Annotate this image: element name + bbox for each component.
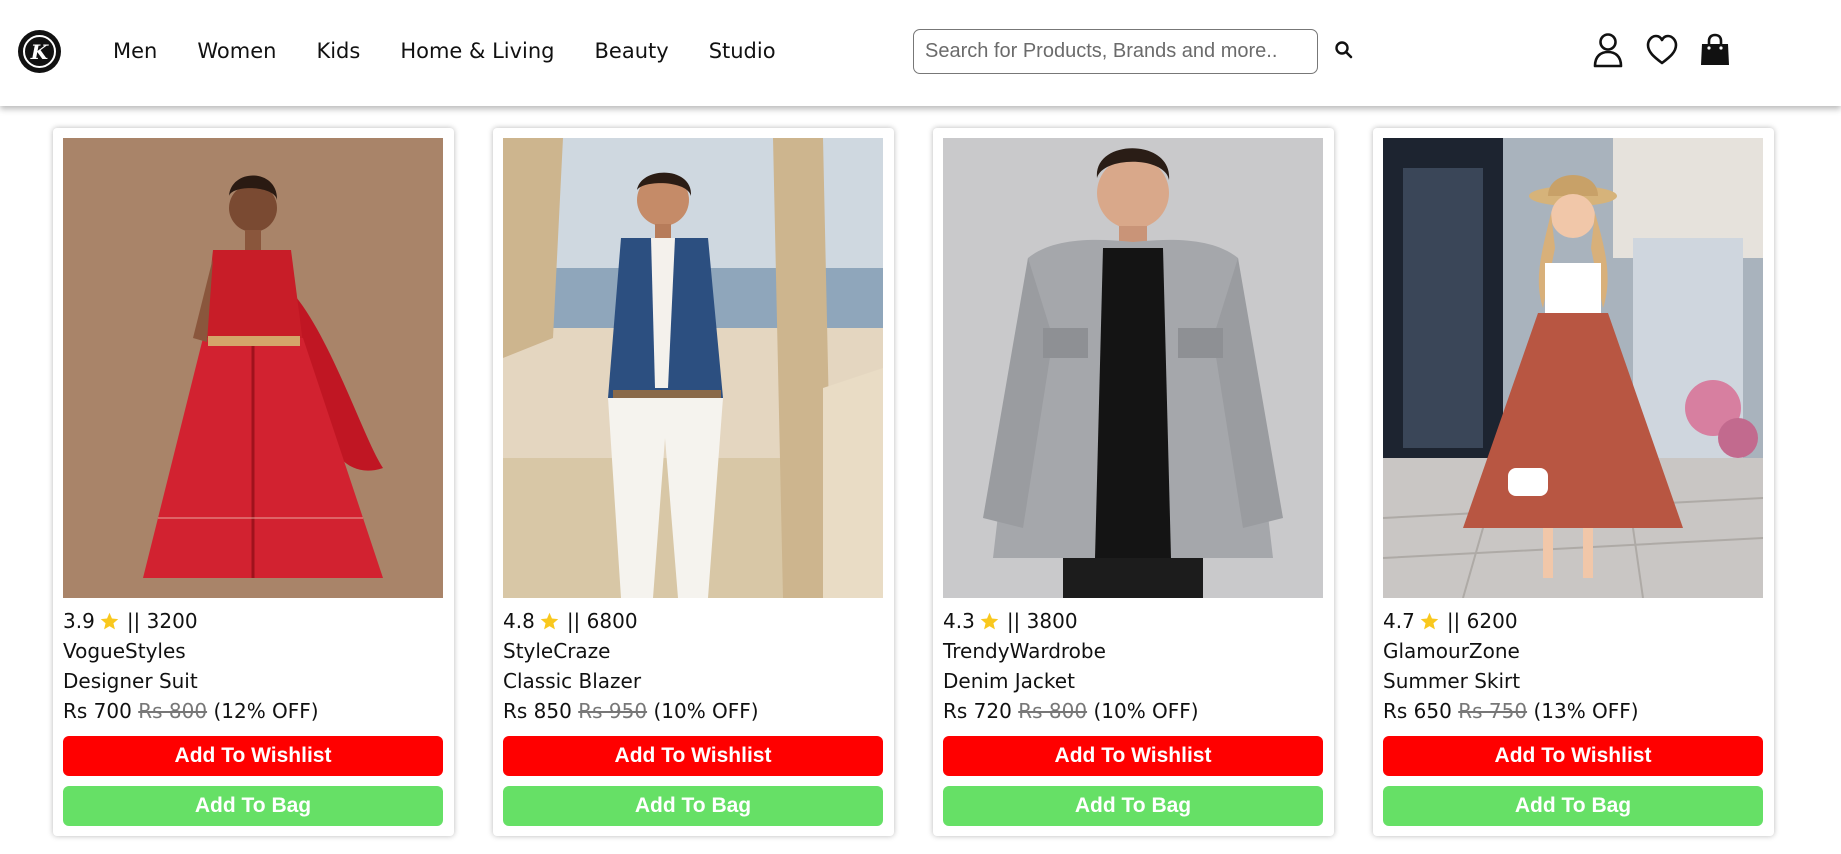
product-price: Rs 850 Rs 950 (10% OFF) — [503, 698, 759, 724]
original-price: Rs 800 — [1018, 699, 1088, 723]
discount-badge: (13% OFF) — [1533, 699, 1639, 723]
main-nav: Men Women Kids Home & Living Beauty Stud… — [113, 38, 816, 64]
add-to-bag-button[interactable]: Add To Bag — [1383, 786, 1763, 826]
brand-logo[interactable]: K — [18, 30, 61, 73]
product-image[interactable] — [63, 138, 443, 598]
product-brand: VogueStyles — [63, 639, 186, 663]
rating-value: 4.7 — [1383, 609, 1415, 633]
star-icon — [980, 612, 999, 629]
original-price: Rs 800 — [138, 699, 208, 723]
review-count: 3200 — [146, 609, 198, 633]
heart-icon[interactable] — [1645, 32, 1679, 68]
product-rating: 4.3 || 3800 — [943, 608, 1078, 634]
add-to-wishlist-button[interactable]: Add To Wishlist — [63, 736, 443, 776]
nav-item-kids[interactable]: Kids — [316, 38, 360, 64]
product-price: Rs 700 Rs 800 (12% OFF) — [63, 698, 319, 724]
nav-item-men[interactable]: Men — [113, 38, 157, 64]
product-rating: 4.8 || 6800 — [503, 608, 638, 634]
product-brand: GlamourZone — [1383, 639, 1520, 663]
product-card[interactable]: 3.9 || 3200 VogueStyles Designer Suit Rs… — [53, 128, 454, 836]
product-card[interactable]: 4.7 || 6200 GlamourZone Summer Skirt Rs … — [1373, 128, 1774, 836]
product-price: Rs 650 Rs 750 (13% OFF) — [1383, 698, 1639, 724]
current-price: Rs 700 — [63, 699, 132, 723]
product-name: Designer Suit — [63, 669, 198, 693]
original-price: Rs 950 — [578, 699, 648, 723]
product-brand: TrendyWardrobe — [943, 639, 1106, 663]
rating-value: 4.3 — [943, 609, 975, 633]
product-price: Rs 720 Rs 800 (10% OFF) — [943, 698, 1199, 724]
current-price: Rs 850 — [503, 699, 572, 723]
original-price: Rs 750 — [1458, 699, 1528, 723]
discount-badge: (10% OFF) — [1093, 699, 1199, 723]
product-image[interactable] — [1383, 138, 1763, 598]
product-name: Summer Skirt — [1383, 669, 1521, 693]
product-image[interactable] — [943, 138, 1323, 598]
rating-value: 4.8 — [503, 609, 535, 633]
star-icon — [1420, 612, 1439, 629]
rating-separator: || — [1006, 609, 1021, 633]
add-to-wishlist-button[interactable]: Add To Wishlist — [1383, 736, 1763, 776]
review-count: 6200 — [1466, 609, 1518, 633]
rating-separator: || — [126, 609, 141, 633]
site-header: K Men Women Kids Home & Living Beauty St… — [0, 0, 1841, 106]
product-name: Denim Jacket — [943, 669, 1075, 693]
user-icon[interactable] — [1591, 32, 1625, 68]
current-price: Rs 720 — [943, 699, 1012, 723]
rating-value: 3.9 — [63, 609, 95, 633]
nav-item-studio[interactable]: Studio — [709, 38, 776, 64]
search-input[interactable] — [913, 29, 1318, 74]
add-to-bag-button[interactable]: Add To Bag — [63, 786, 443, 826]
discount-badge: (12% OFF) — [213, 699, 319, 723]
product-card[interactable]: 4.3 || 3800 TrendyWardrobe Denim Jacket … — [933, 128, 1334, 836]
nav-item-beauty[interactable]: Beauty — [595, 38, 669, 64]
search-icon[interactable] — [1334, 40, 1354, 60]
star-icon — [540, 612, 559, 629]
discount-badge: (10% OFF) — [653, 699, 759, 723]
add-to-bag-button[interactable]: Add To Bag — [503, 786, 883, 826]
add-to-wishlist-button[interactable]: Add To Wishlist — [503, 736, 883, 776]
nav-item-home-living[interactable]: Home & Living — [400, 38, 554, 64]
current-price: Rs 650 — [1383, 699, 1452, 723]
review-count: 6800 — [586, 609, 638, 633]
bag-icon[interactable] — [1698, 32, 1732, 68]
nav-item-women[interactable]: Women — [197, 38, 276, 64]
logo-letter: K — [23, 35, 56, 68]
product-brand: StyleCraze — [503, 639, 611, 663]
review-count: 3800 — [1026, 609, 1078, 633]
product-card[interactable]: 4.8 || 6800 StyleCraze Classic Blazer Rs… — [493, 128, 894, 836]
add-to-wishlist-button[interactable]: Add To Wishlist — [943, 736, 1323, 776]
product-image[interactable] — [503, 138, 883, 598]
rating-separator: || — [1446, 609, 1461, 633]
product-name: Classic Blazer — [503, 669, 642, 693]
star-icon — [100, 612, 119, 629]
product-rating: 3.9 || 3200 — [63, 608, 198, 634]
rating-separator: || — [566, 609, 581, 633]
product-rating: 4.7 || 6200 — [1383, 608, 1518, 634]
add-to-bag-button[interactable]: Add To Bag — [943, 786, 1323, 826]
